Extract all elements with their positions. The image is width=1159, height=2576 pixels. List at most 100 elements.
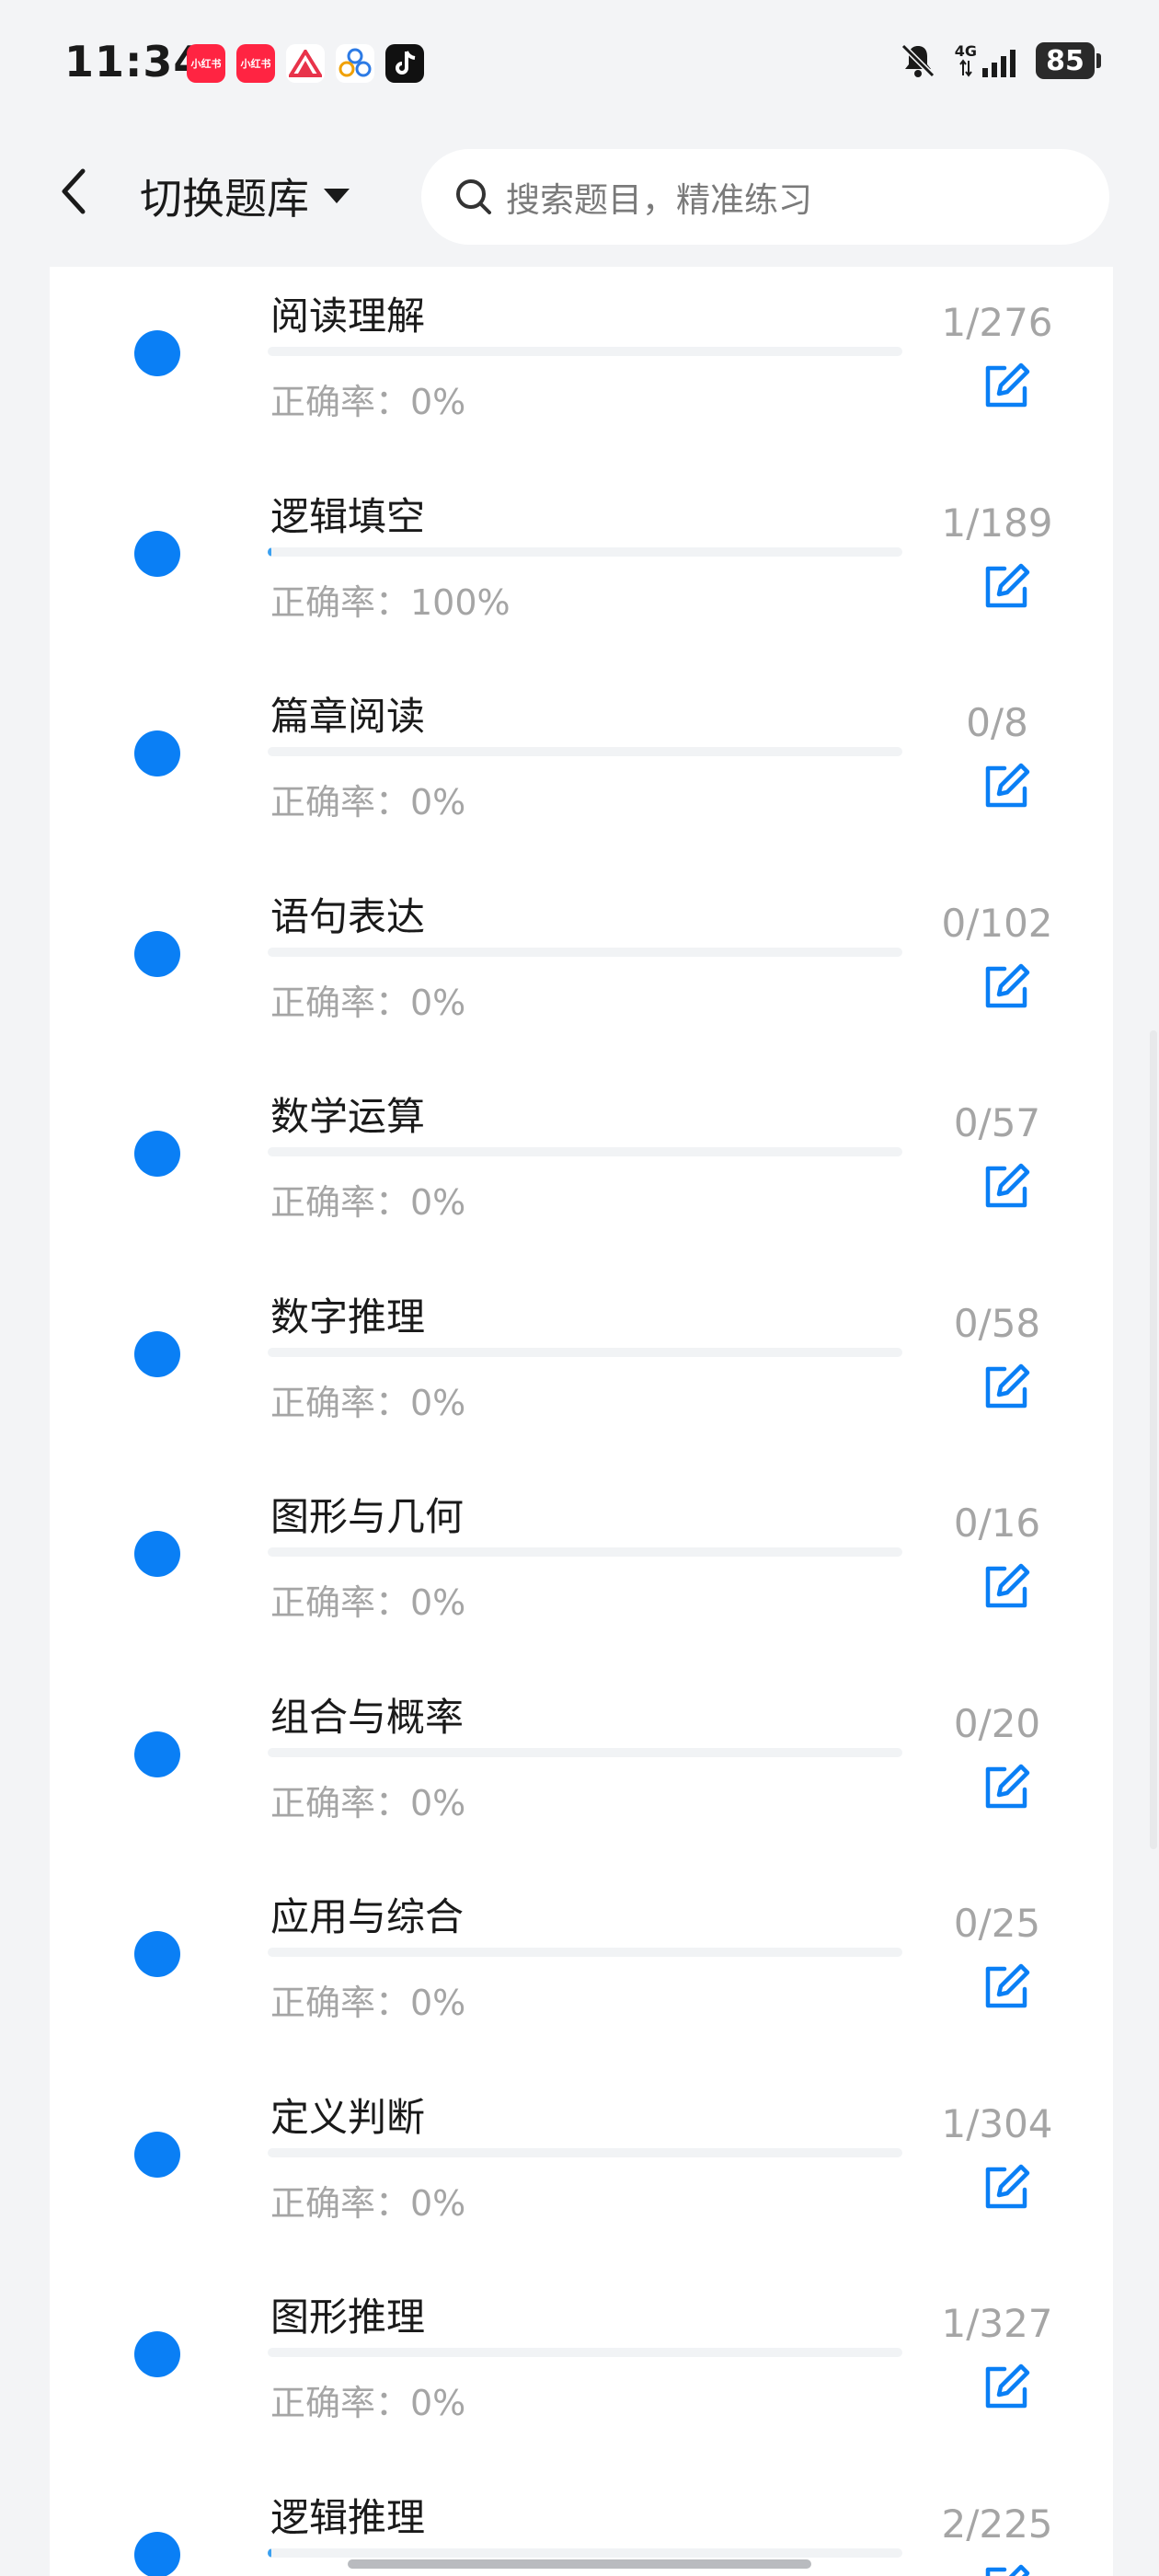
question-count: 2/225 [941,2501,1053,2547]
accuracy-label: 正确率：0% [270,2183,466,2224]
question-count: 0/20 [953,1701,1041,1746]
category-row[interactable]: 语句表达正确率：0% 0/102 [50,888,1113,1087]
back-button[interactable] [44,162,103,221]
category-row[interactable]: 图形与几何 正确率：0% 0/16 [50,1488,1113,1687]
category-dot [134,1731,180,1777]
chevron-left-icon [62,168,86,214]
caret-down-icon [324,189,350,203]
accuracy-label: 正确率：0% [270,1383,466,1423]
category-row[interactable]: 数学运算 正确率：0% 0/57 [50,1087,1113,1287]
question-count: 1/189 [941,500,1053,546]
question-count: 0/25 [953,1901,1041,1946]
accuracy-label: 正确率：100% [270,582,511,623]
scrollbar[interactable] [1150,1030,1157,1849]
progress-track [268,2148,902,2157]
accuracy-label: 正确率：0% [270,1783,466,1823]
accuracy-label: 正确率：0% [270,382,466,422]
category-title: 语句表达 [270,894,426,939]
switch-question-bank-button[interactable]: 切换题库 [140,166,351,226]
accuracy-label: 正确率：0% [270,1182,466,1223]
bell-muted-icon [901,43,935,78]
practice-edit-icon[interactable] [981,1762,1032,1813]
practice-edit-icon[interactable] [981,961,1032,1013]
status-bar: 11:34 小红书 小红书 4G 85 [0,0,1159,129]
category-row[interactable]: 定义判断 正确率：0% 1/304 [50,2088,1113,2288]
notification-app-icons: 小红书 小红书 [187,44,424,83]
progress-track [268,1547,902,1557]
category-dot [134,2532,180,2576]
data-arrows-icon [959,59,972,77]
question-count: 0/16 [953,1501,1041,1546]
category-title: 逻辑推理 [270,2495,426,2540]
category-row[interactable]: 组合与概率正确率：0% 0/20 [50,1688,1113,1888]
status-indicators: 4G 85 [898,40,1101,81]
category-title: 数学运算 [270,1094,426,1139]
home-indicator[interactable] [348,2559,811,2569]
network-indicator: 4G [955,44,1019,77]
practice-edit-icon[interactable] [981,1362,1032,1413]
category-title: 逻辑填空 [270,494,426,539]
category-row[interactable]: 数字推理正确率：0% 0/58 [50,1288,1113,1488]
practice-edit-icon[interactable] [981,1561,1032,1613]
progress-track [268,1948,902,1957]
xiaohongshu-app-icon: 小红书 [187,44,225,83]
practice-edit-icon[interactable] [981,1961,1032,2013]
category-dot [134,1331,180,1377]
category-dot [134,931,180,977]
practice-edit-icon[interactable] [981,1161,1032,1213]
accuracy-label: 正确率：0% [270,1983,466,2023]
category-dot [134,2331,180,2377]
practice-edit-icon[interactable] [981,361,1032,412]
category-row[interactable]: 图形推理正确率：0% 1/327 [50,2288,1113,2488]
progress-track [268,747,902,756]
question-count: 0/102 [941,901,1053,946]
practice-edit-icon[interactable] [981,2562,1032,2576]
category-list: 阅读理解 正确率：0% 1/276 逻辑填空 正确率：100% 1/189 篇章阅读 正确率：… [50,267,1113,2576]
question-count: 1/304 [941,2101,1053,2146]
category-dot [134,1931,180,1977]
question-count: 1/276 [941,300,1053,345]
battery-indicator: 85 [1036,42,1101,79]
question-count: 0/58 [953,1301,1041,1346]
practice-edit-icon[interactable] [981,2362,1032,2413]
progress-track [268,948,902,957]
category-row[interactable]: 篇章阅读正确率：0% 0/8 [50,687,1113,887]
category-title: 篇章阅读 [270,694,426,739]
question-count: 1/327 [941,2301,1053,2346]
category-row[interactable]: 阅读理解 正确率：0% 1/276 [50,287,1113,487]
search-icon [456,179,491,214]
practice-edit-icon[interactable] [981,561,1032,613]
category-dot [134,1131,180,1177]
progress-fill [268,2548,272,2558]
red-triangle-app-icon [286,44,325,83]
tiktok-app-icon [385,44,424,83]
practice-edit-icon[interactable] [981,761,1032,812]
progress-track [268,1348,902,1357]
search-input[interactable]: 搜索题目，精准练习 [421,149,1109,245]
bubbles-app-icon [336,44,374,83]
practice-edit-icon[interactable] [981,2162,1032,2214]
progress-track [268,347,902,356]
category-dot [134,2132,180,2178]
category-title: 组合与概率 [270,1695,465,1740]
category-title: 图形推理 [270,2294,426,2340]
xiaohongshu-app-icon-2: 小红书 [236,44,275,83]
signal-icon [982,50,1016,77]
category-row[interactable]: 应用与综合正确率：0% 0/25 [50,1888,1113,2087]
category-title: 数字推理 [270,1294,426,1340]
accuracy-label: 正确率：0% [270,983,466,1023]
network-type: 4G [954,42,977,60]
accuracy-label: 正确率：0% [270,782,466,822]
category-row[interactable]: 逻辑填空正确率：100% 1/189 [50,488,1113,687]
search-placeholder: 搜索题目，精准练习 [506,180,812,220]
question-count: 0/8 [966,700,1028,745]
status-time: 11:34 [64,37,204,86]
accuracy-label: 正确率：0% [270,1582,466,1623]
accuracy-label: 正确率：0% [270,2383,466,2423]
progress-track [268,547,902,557]
progress-track [268,2548,902,2558]
category-dot [134,531,180,577]
progress-fill [268,547,272,557]
category-dot [134,330,180,376]
category-title: 应用与综合 [270,1894,465,1939]
